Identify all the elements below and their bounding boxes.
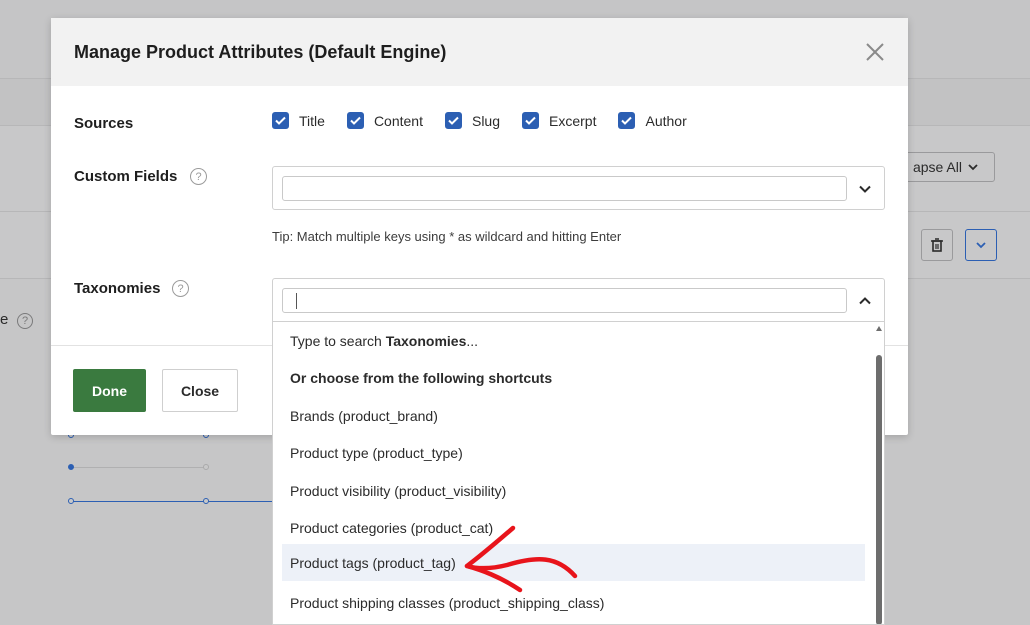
annotation-arrow-icon — [464, 525, 578, 593]
checkbox-checked-icon[interactable] — [444, 112, 462, 129]
sources-checkboxes: Title Content Slug Excerpt Author — [272, 112, 709, 129]
scrollbar-thumb[interactable] — [876, 355, 882, 624]
custom-fields-label: Custom Fields — [74, 168, 178, 185]
background-track — [72, 501, 272, 502]
background-dot — [68, 498, 74, 504]
trash-icon — [931, 238, 943, 252]
background-partial-label: e — [0, 311, 9, 328]
done-button[interactable]: Done — [73, 369, 146, 412]
source-label: Title — [299, 112, 325, 129]
custom-fields-tip: Tip: Match multiple keys using * as wild… — [272, 229, 622, 244]
background-dot — [203, 464, 209, 470]
modal-header: Manage Product Attributes (Default Engin… — [51, 18, 908, 86]
delete-button — [921, 229, 953, 261]
source-author-checkbox[interactable]: Author — [618, 112, 687, 129]
close-button[interactable]: Close — [162, 369, 238, 412]
chevron-up-icon[interactable] — [857, 293, 873, 309]
help-icon: ? — [17, 313, 33, 329]
taxonomies-select[interactable] — [272, 278, 885, 322]
help-icon[interactable]: ? — [172, 280, 189, 297]
chevron-down-icon — [968, 163, 978, 170]
custom-fields-input[interactable] — [282, 176, 847, 201]
checkbox-checked-icon[interactable] — [522, 112, 540, 129]
taxonomies-label: Taxonomies — [74, 280, 161, 297]
text-cursor — [296, 293, 297, 309]
source-label: Content — [373, 112, 423, 129]
shortcuts-heading: Or choose from the following shortcuts — [290, 369, 553, 386]
help-icon[interactable]: ? — [190, 168, 207, 185]
search-hint: Type to search Taxonomies... — [273, 322, 865, 359]
checkbox-checked-icon[interactable] — [346, 112, 364, 129]
search-hint-prefix: Type to search — [290, 332, 386, 349]
expand-button — [965, 229, 997, 261]
dropdown-option[interactable]: Product visibility (product_visibility) — [273, 472, 865, 509]
source-slug-checkbox[interactable]: Slug — [444, 112, 501, 129]
modal-title: Manage Product Attributes (Default Engin… — [74, 42, 447, 62]
source-title-checkbox[interactable]: Title — [272, 112, 325, 129]
checkbox-checked-icon[interactable] — [272, 112, 289, 129]
source-label: Excerpt — [549, 112, 597, 129]
chevron-down-icon[interactable] — [857, 181, 873, 197]
background-track — [72, 467, 205, 468]
custom-fields-select[interactable] — [272, 166, 885, 210]
close-icon[interactable] — [863, 40, 887, 64]
chevron-down-icon — [976, 241, 986, 248]
taxonomies-search-input[interactable] — [282, 288, 847, 313]
search-hint-suffix: ... — [466, 332, 479, 349]
collapse-all-label: apse All — [912, 159, 962, 175]
sources-label: Sources — [74, 115, 134, 132]
source-excerpt-checkbox[interactable]: Excerpt — [522, 112, 596, 129]
scroll-up-arrow-icon[interactable] — [876, 326, 882, 331]
source-content-checkbox[interactable]: Content — [346, 112, 423, 129]
background-dot — [68, 464, 74, 470]
search-hint-bold: Taxonomies — [385, 332, 467, 349]
source-label: Slug — [471, 112, 501, 129]
source-label: Author — [645, 112, 687, 129]
background-dot — [203, 498, 209, 504]
dropdown-option[interactable]: Product type (product_type) — [273, 434, 865, 471]
dropdown-option[interactable]: Brands (product_brand) — [273, 397, 865, 434]
checkbox-checked-icon[interactable] — [618, 112, 636, 129]
